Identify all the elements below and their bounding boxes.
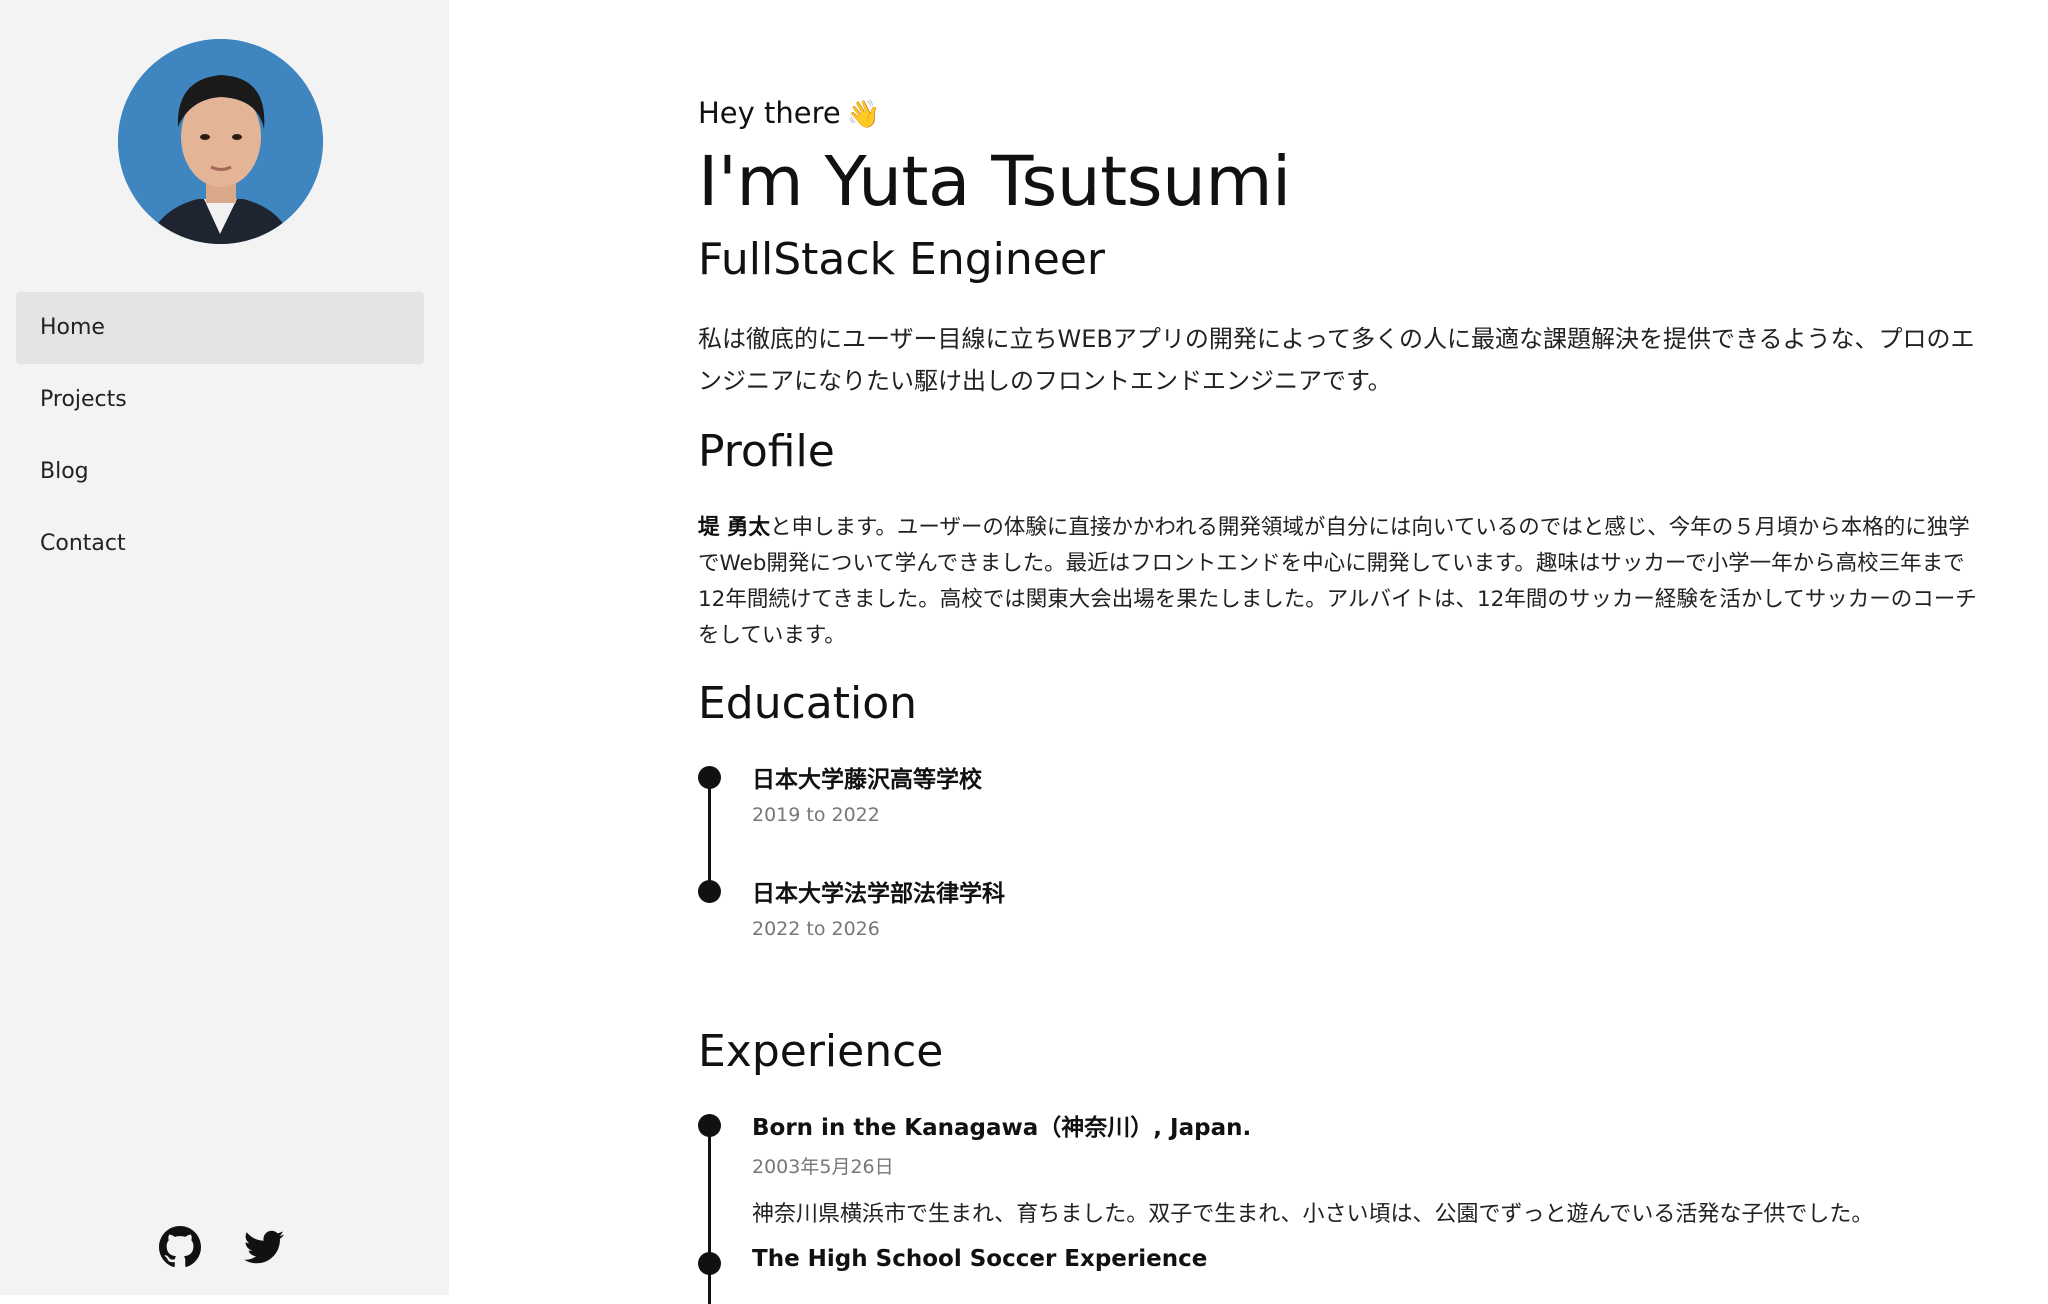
- greeting: Hey there 👋: [698, 96, 880, 130]
- education-title: Education: [698, 678, 918, 729]
- education-item-date: 2022 to 2026: [752, 918, 880, 940]
- timeline-line: [708, 1124, 711, 1304]
- intro-text: 私は徹底的にユーザー目線に立ちWEBアプリの開発によって多くの人に最適な課題解決…: [698, 325, 1975, 395]
- role-subtitle: FullStack Engineer: [698, 234, 1105, 285]
- timeline-dot: [698, 1114, 721, 1137]
- nav-item-projects[interactable]: Projects: [16, 364, 424, 436]
- experience-item-desc: 神奈川県横浜市で生まれ、育ちました。双子で生まれ、小さい頃は、公園でずっと遊んで…: [752, 1202, 1874, 1227]
- sidebar-nav: Home Projects Blog Contact: [16, 292, 424, 580]
- timeline-dot: [698, 880, 721, 903]
- education-item-date: 2019 to 2022: [752, 804, 880, 826]
- profile-name: 堤 勇太: [698, 515, 770, 540]
- timeline-dot: [698, 1252, 721, 1275]
- nav-item-contact[interactable]: Contact: [16, 508, 424, 580]
- timeline-line: [708, 776, 711, 890]
- github-icon[interactable]: [157, 1224, 203, 1270]
- timeline-dot: [698, 766, 721, 789]
- profile-body: と申します。ユーザーの体験に直接かかわれる開発領域が自分には向いているのではと感…: [698, 515, 1977, 648]
- education-item-title: 日本大学法学部法律学科: [752, 881, 1005, 907]
- sidebar: Home Projects Blog Contact: [0, 0, 449, 1295]
- nav-item-home[interactable]: Home: [16, 292, 424, 364]
- education-item-title: 日本大学藤沢高等学校: [752, 767, 982, 793]
- profile-text: 堤 勇太と申します。ユーザーの体験に直接かかわれる開発領域が自分には向いているの…: [698, 510, 1988, 654]
- wave-icon: 👋: [846, 99, 881, 130]
- twitter-icon[interactable]: [241, 1224, 287, 1270]
- experience-title: Experience: [698, 1026, 944, 1077]
- nav-item-blog[interactable]: Blog: [16, 436, 424, 508]
- avatar: [118, 39, 323, 244]
- experience-item-title: Born in the Kanagawa（神奈川）, Japan.: [752, 1115, 1252, 1141]
- social-links: [157, 1224, 287, 1270]
- profile-title: Profile: [698, 426, 835, 477]
- experience-item-date: 2003年5月26日: [752, 1156, 894, 1178]
- page-title: I'm Yuta Tsutsumi: [698, 142, 1291, 222]
- greeting-text: Hey there: [698, 96, 841, 130]
- experience-item-title: The High School Soccer Experience: [752, 1246, 1208, 1272]
